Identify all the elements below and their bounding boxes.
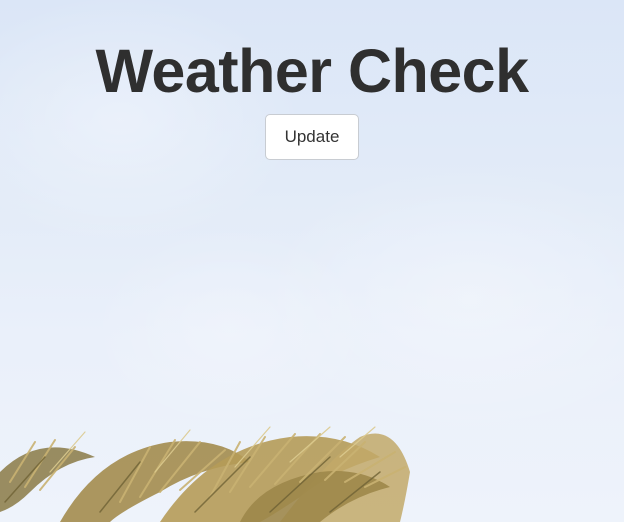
palm-fronds-image xyxy=(0,426,410,522)
main-content: Weather Check Update xyxy=(0,0,624,160)
update-button[interactable]: Update xyxy=(265,114,359,160)
page-title: Weather Check xyxy=(95,37,529,105)
